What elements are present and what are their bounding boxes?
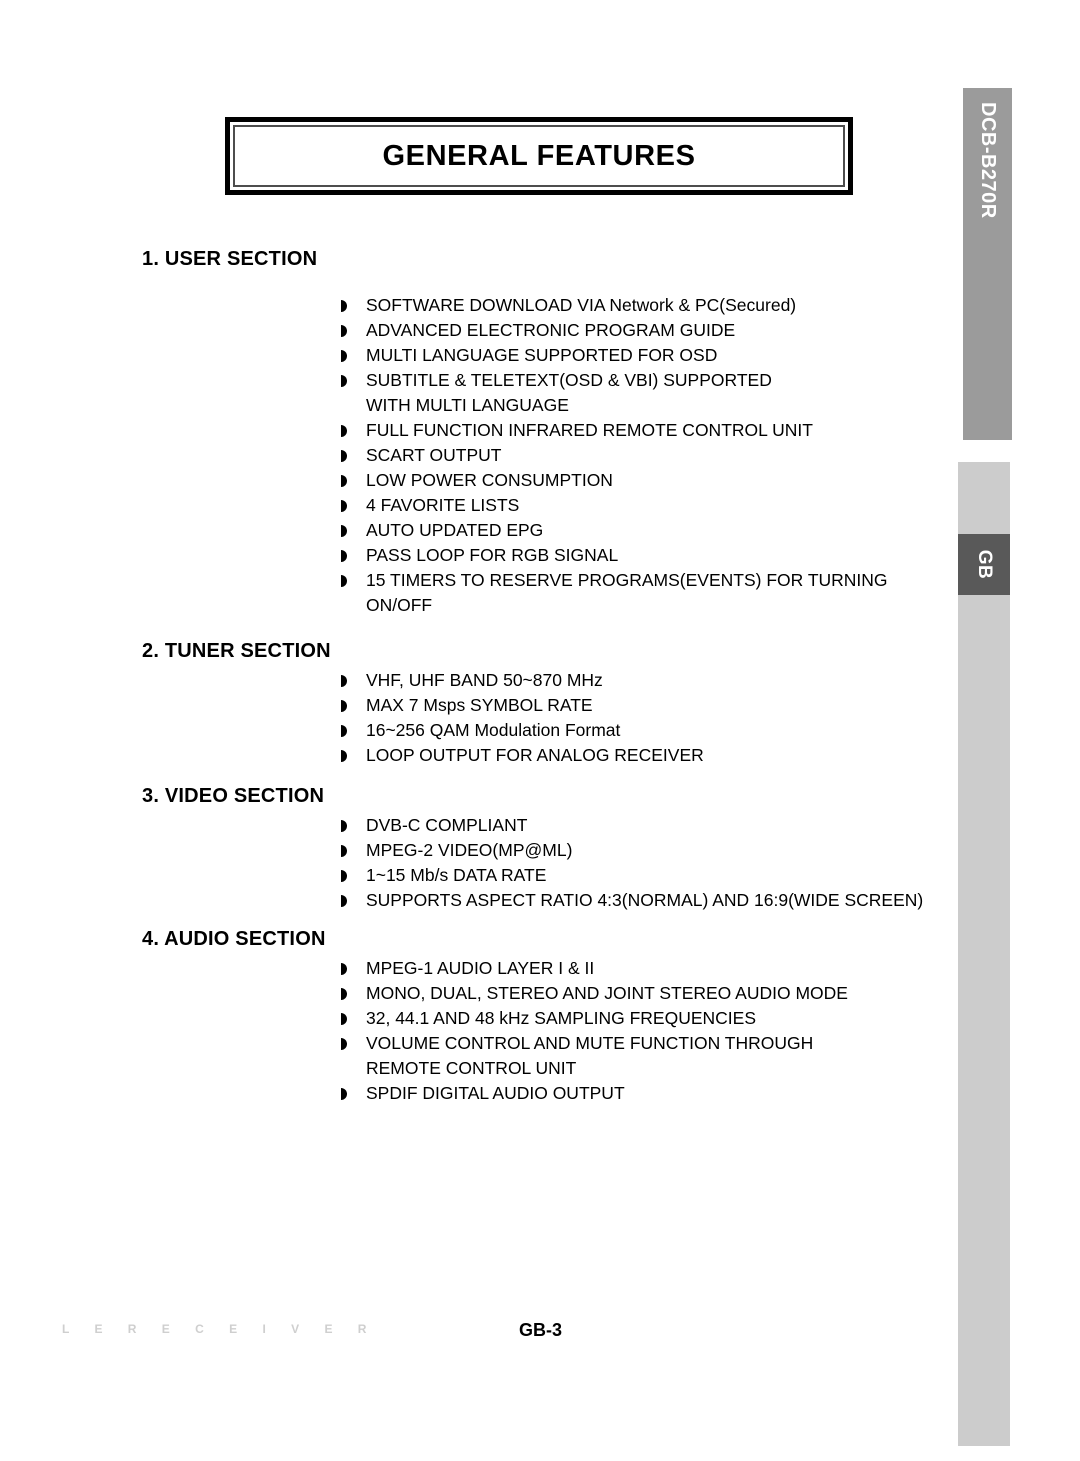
section-heading: 3. VIDEO SECTION — [142, 785, 325, 807]
list-item-text: 1~15 Mb/s DATA RATE — [366, 865, 547, 885]
list-item: FULL FUNCTION INFRARED REMOTE CONTROL UN… — [340, 418, 960, 443]
list-item: 32, 44.1 AND 48 kHz SAMPLING FREQUENCIES — [340, 1006, 960, 1031]
list-item: DVB-C COMPLIANT — [340, 813, 960, 838]
page-number: GB-3 — [519, 1320, 563, 1340]
list-item-text: VOLUME CONTROL AND MUTE FUNCTION THROUGH — [366, 1033, 814, 1053]
list-item: SUPPORTS ASPECT RATIO 4:3(NORMAL) AND 16… — [340, 888, 960, 913]
bullet-marker-icon — [341, 820, 347, 832]
list-item-text: DVB-C COMPLIANT — [366, 815, 528, 835]
bullet-marker-icon — [341, 325, 347, 337]
bullet-marker-icon — [341, 963, 347, 975]
feature-list: DVB-C COMPLIANT MPEG-2 VIDEO(MP@ML) 1~15… — [340, 813, 960, 913]
side-tab-light-upper — [958, 462, 1010, 534]
bullet-marker-icon — [341, 300, 347, 312]
footer-watermark: L E R E C E I V E R — [62, 1322, 378, 1336]
list-item-text: SUBTITLE & TELETEXT(OSD & VBI) SUPPORTED — [366, 370, 772, 390]
bullet-marker-icon — [341, 475, 347, 487]
bullet-marker-icon — [341, 675, 347, 687]
bullet-marker-icon — [341, 375, 347, 387]
bullet-marker-icon — [341, 988, 347, 1000]
bullet-marker-icon — [341, 725, 347, 737]
list-item: AUTO UPDATED EPG — [340, 518, 960, 543]
section-audio: 4. AUDIO SECTION MPEG-1 AUDIO LAYER I & … — [142, 928, 942, 1103]
feature-list: VHF, UHF BAND 50~870 MHz MAX 7 Msps SYMB… — [340, 668, 960, 768]
list-item-text: SPDIF DIGITAL AUDIO OUTPUT — [366, 1083, 625, 1103]
list-item: LOOP OUTPUT FOR ANALOG RECEIVER — [340, 743, 960, 768]
model-tab-label: DCB-B270R — [977, 102, 999, 219]
list-item: MONO, DUAL, STEREO AND JOINT STEREO AUDI… — [340, 981, 960, 1006]
list-item-text: MPEG-1 AUDIO LAYER I & II — [366, 958, 595, 978]
list-item-text: LOOP OUTPUT FOR ANALOG RECEIVER — [366, 745, 704, 765]
list-item-text: PASS LOOP FOR RGB SIGNAL — [366, 545, 619, 565]
list-item: MPEG-1 AUDIO LAYER I & II — [340, 956, 960, 981]
list-item-text: 4 FAVORITE LISTS — [366, 495, 520, 515]
list-item: SPDIF DIGITAL AUDIO OUTPUT — [340, 1081, 960, 1106]
list-item: SOFTWARE DOWNLOAD VIA Network & PC(Secur… — [340, 293, 960, 318]
list-item-continuation: WITH MULTI LANGUAGE — [366, 395, 569, 415]
section-tuner: 2. TUNER SECTION VHF, UHF BAND 50~870 MH… — [142, 640, 942, 765]
bullet-marker-icon — [341, 750, 347, 762]
bullet-marker-icon — [341, 575, 347, 587]
side-tab-column: DCB-B270R GB — [958, 0, 1012, 1461]
bullet-marker-icon — [341, 700, 347, 712]
list-item: 16~256 QAM Modulation Format — [340, 718, 960, 743]
list-item-text: 32, 44.1 AND 48 kHz SAMPLING FREQUENCIES — [366, 1008, 756, 1028]
feature-list: MPEG-1 AUDIO LAYER I & II MONO, DUAL, ST… — [340, 956, 960, 1106]
section-video: 3. VIDEO SECTION DVB-C COMPLIANT MPEG-2 … — [142, 785, 942, 910]
list-item: 15 TIMERS TO RESERVE PROGRAMS(EVENTS) FO… — [340, 568, 960, 593]
list-item: LOW POWER CONSUMPTION — [340, 468, 960, 493]
list-item-text: LOW POWER CONSUMPTION — [366, 470, 613, 490]
list-item: SUBTITLE & TELETEXT(OSD & VBI) SUPPORTED — [340, 368, 960, 393]
list-item: VHF, UHF BAND 50~870 MHz — [340, 668, 960, 693]
list-item-text: 16~256 QAM Modulation Format — [366, 720, 621, 740]
list-item: 4 FAVORITE LISTS — [340, 493, 960, 518]
section-heading: 4. AUDIO SECTION — [142, 928, 326, 950]
list-item-continuation: REMOTE CONTROL UNIT — [366, 1058, 577, 1078]
section-heading: 1. USER SECTION — [142, 248, 318, 270]
list-item-text: FULL FUNCTION INFRARED REMOTE CONTROL UN… — [366, 420, 813, 440]
list-item-continuation: ON/OFF — [366, 595, 433, 615]
list-item-text: AUTO UPDATED EPG — [366, 520, 544, 540]
list-item: VOLUME CONTROL AND MUTE FUNCTION THROUGH — [340, 1031, 960, 1056]
bullet-marker-icon — [341, 870, 347, 882]
section-heading: 2. TUNER SECTION — [142, 640, 331, 662]
list-item: 1~15 Mb/s DATA RATE — [340, 863, 960, 888]
list-item-text: SUPPORTS ASPECT RATIO 4:3(NORMAL) AND 16… — [366, 890, 924, 910]
list-item: SCART OUTPUT — [340, 443, 960, 468]
list-item-text: VHF, UHF BAND 50~870 MHz — [366, 670, 603, 690]
list-item-text: MPEG-2 VIDEO(MP@ML) — [366, 840, 573, 860]
bullet-marker-icon — [341, 525, 347, 537]
bullet-marker-icon — [341, 550, 347, 562]
content-area: 1. USER SECTION SOFTWARE DOWNLOAD VIA Ne… — [0, 0, 958, 1461]
list-item-text: MULTI LANGUAGE SUPPORTED FOR OSD — [366, 345, 718, 365]
list-item-text: 15 TIMERS TO RESERVE PROGRAMS(EVENTS) FO… — [366, 570, 888, 590]
list-item: PASS LOOP FOR RGB SIGNAL — [340, 543, 960, 568]
bullet-marker-icon — [341, 425, 347, 437]
list-item-text: ADVANCED ELECTRONIC PROGRAM GUIDE — [366, 320, 736, 340]
side-tab-light-lower — [958, 595, 1010, 1446]
bullet-marker-icon — [341, 350, 347, 362]
language-tab-label: GB — [974, 549, 995, 580]
bullet-marker-icon — [341, 1013, 347, 1025]
list-item-text: MAX 7 Msps SYMBOL RATE — [366, 695, 593, 715]
bullet-marker-icon — [341, 845, 347, 857]
list-item: MPEG-2 VIDEO(MP@ML) — [340, 838, 960, 863]
manual-page: DCB-B270R GB GENERAL FEATURES 1. USER SE… — [0, 0, 1080, 1461]
bullet-marker-icon — [341, 1088, 347, 1100]
feature-list: SOFTWARE DOWNLOAD VIA Network & PC(Secur… — [340, 293, 960, 618]
bullet-marker-icon — [341, 450, 347, 462]
bullet-marker-icon — [341, 1038, 347, 1050]
bullet-marker-icon — [341, 500, 347, 512]
bullet-marker-icon — [341, 895, 347, 907]
list-item-text: MONO, DUAL, STEREO AND JOINT STEREO AUDI… — [366, 983, 848, 1003]
model-tab: DCB-B270R — [963, 88, 1012, 440]
list-item: MULTI LANGUAGE SUPPORTED FOR OSD — [340, 343, 960, 368]
list-item: ADVANCED ELECTRONIC PROGRAM GUIDE — [340, 318, 960, 343]
language-tab: GB — [958, 534, 1010, 595]
list-item-text: SCART OUTPUT — [366, 445, 502, 465]
list-item: MAX 7 Msps SYMBOL RATE — [340, 693, 960, 718]
section-user: 1. USER SECTION SOFTWARE DOWNLOAD VIA Ne… — [142, 248, 942, 615]
list-item-text: SOFTWARE DOWNLOAD VIA Network & PC(Secur… — [366, 295, 797, 315]
